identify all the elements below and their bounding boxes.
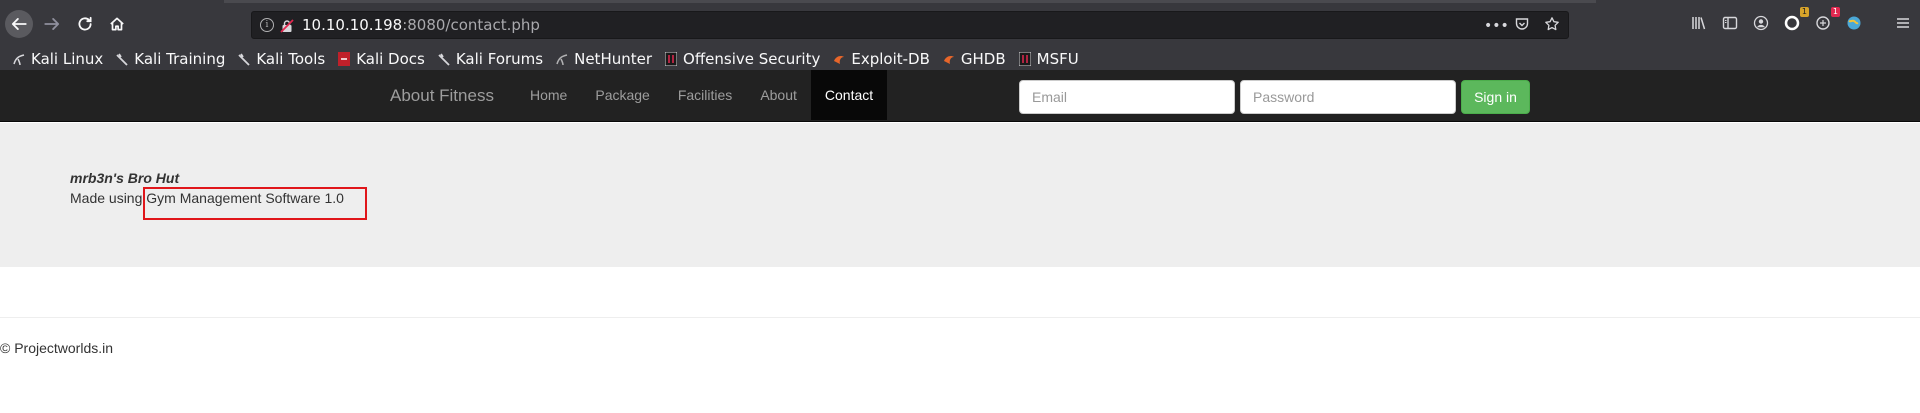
library-icon[interactable] <box>1690 14 1708 32</box>
bookmark-ghdb[interactable]: GHDB <box>943 50 1006 68</box>
globe-extension-icon[interactable] <box>1845 14 1863 32</box>
bookmark-kali-training[interactable]: Kali Training <box>116 50 225 68</box>
insecure-lock-icon[interactable] <box>280 18 294 33</box>
site-brand[interactable]: About Fitness <box>390 86 494 106</box>
tab-strip <box>224 0 1596 3</box>
bookmark-msfu[interactable]: MSFU <box>1018 50 1079 68</box>
arrow-left-icon <box>11 18 27 30</box>
bookmark-label: Exploit-DB <box>851 50 930 68</box>
url-text[interactable]: 10.10.10.198:8080/contact.php <box>302 16 540 34</box>
made-using-label: Made using <box>70 190 147 206</box>
url-actions: ••• <box>1484 16 1560 36</box>
home-button[interactable] <box>103 10 131 38</box>
bookmark-label: NetHunter <box>574 50 653 68</box>
home-icon <box>110 17 124 31</box>
page-actions-icon[interactable]: ••• <box>1484 18 1509 34</box>
bookmark-kali-docs[interactable]: Kali Docs <box>338 50 425 68</box>
reload-icon <box>78 16 92 31</box>
bookmark-star-icon[interactable] <box>1544 16 1560 36</box>
site-owner-title: mrb3n's Bro Hut <box>70 170 180 186</box>
nav-facilities[interactable]: Facilities <box>664 70 746 120</box>
nav-home[interactable]: Home <box>516 70 581 120</box>
kali-dragon-icon <box>116 53 128 66</box>
notification-badge: 1 <box>1799 7 1809 17</box>
bookmark-label: GHDB <box>960 50 1006 68</box>
bookmark-label: Kali Docs <box>356 50 425 68</box>
arrow-right-icon <box>44 18 60 30</box>
nav-about[interactable]: About <box>746 70 811 120</box>
nav-contact[interactable]: Contact <box>810 70 888 120</box>
browser-toolbar: i 10.10.10.198:8080/contact.php ••• 1 1 <box>0 0 1920 48</box>
software-highlight-box <box>143 187 367 220</box>
bookmark-label: Kali Forums <box>455 50 544 68</box>
site-navbar: About Fitness Home Package Facilities Ab… <box>0 70 1920 122</box>
signin-button[interactable]: Sign in <box>1461 80 1530 114</box>
url-path: :8080/contact.php <box>402 16 540 34</box>
toolbar-actions: 1 1 <box>1690 7 1863 32</box>
nav-package[interactable]: Package <box>581 70 663 120</box>
hamburger-menu-icon[interactable] <box>1895 15 1911 35</box>
back-button[interactable] <box>5 10 33 38</box>
content-jumbotron: mrb3n's Bro Hut Made using Gym Managemen… <box>0 123 1920 267</box>
bookmarks-bar: Kali Linux Kali Training Kali Tools Kali… <box>0 48 1920 70</box>
login-form: Sign in <box>1019 80 1530 114</box>
bookmark-kali-forums[interactable]: Kali Forums <box>438 50 543 68</box>
nav-links: Home Package Facilities About Contact <box>516 70 888 120</box>
notifications-extension-icon[interactable]: 1 <box>1783 7 1809 32</box>
url-bar[interactable]: i 10.10.10.198:8080/contact.php ••• <box>251 11 1569 39</box>
kali-dragon-icon <box>438 53 450 66</box>
sidebar-icon[interactable] <box>1721 14 1739 32</box>
bookmark-kali-linux[interactable]: Kali Linux <box>13 50 103 68</box>
reload-button[interactable] <box>71 10 99 38</box>
bookmark-label: Offensive Security <box>683 50 821 68</box>
bookmark-label: Kali Tools <box>256 50 326 68</box>
footer-copyright: © Projectworlds.in <box>0 340 114 356</box>
account-icon[interactable] <box>1752 14 1770 32</box>
bookmark-nethunter[interactable]: NetHunter <box>556 50 652 68</box>
msfu-icon <box>1018 52 1031 66</box>
bookmark-exploit-db[interactable]: Exploit-DB <box>833 50 930 68</box>
footer-divider <box>0 317 1920 318</box>
extension-badge: 1 <box>1830 7 1840 17</box>
password-input[interactable] <box>1240 80 1456 114</box>
info-icon[interactable]: i <box>260 18 274 32</box>
bookmark-offensive-security[interactable]: Offensive Security <box>665 50 820 68</box>
kali-dragon-icon <box>238 53 250 66</box>
bookmark-label: MSFU <box>1036 50 1079 68</box>
kali-docs-icon <box>338 52 351 66</box>
nethunter-icon <box>556 54 568 66</box>
email-input[interactable] <box>1019 80 1235 114</box>
pocket-icon[interactable] <box>1514 16 1530 36</box>
bookmark-label: Kali Training <box>134 50 226 68</box>
url-host: 10.10.10.198 <box>302 16 403 34</box>
kali-dragon-icon <box>13 54 25 66</box>
ghdb-icon <box>943 56 954 64</box>
bookmark-label: Kali Linux <box>31 50 104 68</box>
shield-extension-icon[interactable]: 1 <box>1814 7 1840 32</box>
forward-button[interactable] <box>38 10 66 38</box>
bookmark-kali-tools[interactable]: Kali Tools <box>238 50 325 68</box>
offsec-icon <box>665 52 678 66</box>
exploitdb-icon <box>834 56 845 64</box>
